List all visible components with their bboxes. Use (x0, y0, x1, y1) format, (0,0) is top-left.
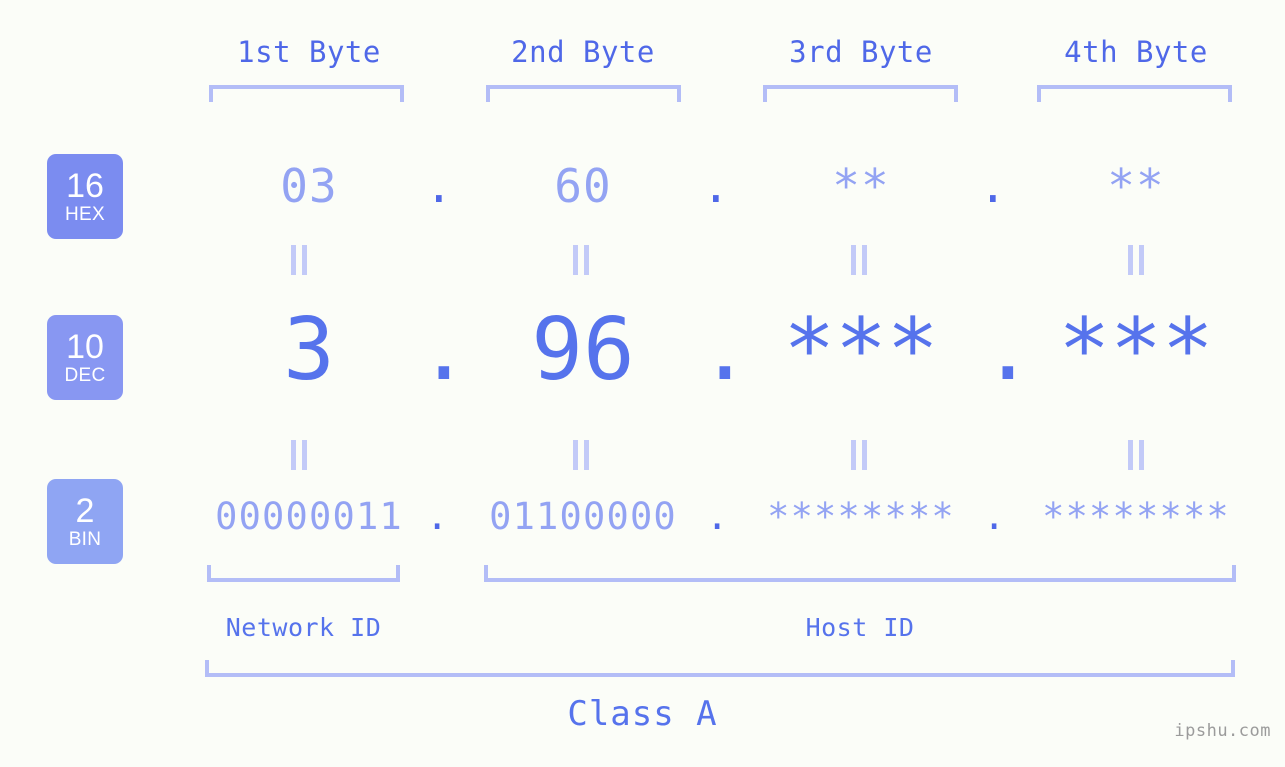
hex-separator-1: . (425, 159, 453, 213)
host-id-label: Host ID (805, 613, 915, 642)
radix-badge-bin: 2 BIN (47, 479, 123, 564)
dec-byte-3: *** (783, 300, 939, 400)
radix-badge-dec: 10 DEC (47, 315, 123, 400)
radix-badge-bin-number: 2 (75, 492, 95, 530)
radix-badge-hex-number: 16 (66, 167, 104, 205)
equals-mark-dec-bin-3 (848, 440, 870, 470)
network-id-label: Network ID (225, 613, 382, 642)
dec-byte-1: 3 (283, 300, 335, 400)
equals-mark-dec-bin-2 (570, 440, 592, 470)
ip-address-breakdown-diagram: 1st Byte 2nd Byte 3rd Byte 4th Byte 16 H… (0, 0, 1285, 767)
byte-bracket-4 (1037, 85, 1232, 102)
bin-byte-2: 01100000 (489, 495, 677, 538)
equals-mark-hex-dec-1 (288, 245, 310, 275)
bin-byte-3: ******** (767, 495, 955, 538)
watermark: ipshu.com (1174, 721, 1271, 741)
hex-byte-3: ** (832, 159, 890, 213)
class-label: Class A (567, 694, 718, 734)
byte-header-3: 3rd Byte (789, 35, 933, 69)
equals-mark-hex-dec-3 (848, 245, 870, 275)
bin-byte-4: ******** (1042, 495, 1230, 538)
equals-mark-hex-dec-2 (570, 245, 592, 275)
hex-byte-2: 60 (554, 159, 612, 213)
dec-byte-4: *** (1058, 300, 1214, 400)
hex-byte-4: ** (1107, 159, 1165, 213)
hex-byte-1: 03 (280, 159, 338, 213)
equals-mark-hex-dec-4 (1125, 245, 1147, 275)
byte-bracket-3 (763, 85, 958, 102)
byte-bracket-1 (209, 85, 404, 102)
network-id-bracket (207, 565, 400, 582)
byte-header-2: 2nd Byte (511, 35, 655, 69)
bin-separator-3: . (983, 495, 1006, 538)
radix-badge-hex-name: HEX (65, 204, 105, 225)
bin-separator-2: . (706, 495, 729, 538)
radix-badge-hex: 16 HEX (47, 154, 123, 239)
equals-mark-dec-bin-4 (1125, 440, 1147, 470)
bin-byte-1: 00000011 (215, 495, 403, 538)
dec-byte-2: 96 (531, 300, 635, 400)
radix-badge-dec-name: DEC (64, 365, 106, 386)
radix-badge-bin-name: BIN (68, 529, 102, 550)
bin-separator-1: . (426, 495, 449, 538)
class-bracket (205, 660, 1235, 677)
byte-header-4: 4th Byte (1064, 35, 1208, 69)
host-id-bracket (484, 565, 1236, 582)
hex-separator-2: . (702, 159, 730, 213)
dec-separator-2: . (699, 300, 751, 400)
byte-header-1: 1st Byte (237, 35, 381, 69)
hex-separator-3: . (979, 159, 1007, 213)
equals-mark-dec-bin-1 (288, 440, 310, 470)
radix-badge-dec-number: 10 (66, 328, 104, 366)
byte-bracket-2 (486, 85, 681, 102)
dec-separator-1: . (418, 300, 470, 400)
dec-separator-3: . (982, 300, 1034, 400)
